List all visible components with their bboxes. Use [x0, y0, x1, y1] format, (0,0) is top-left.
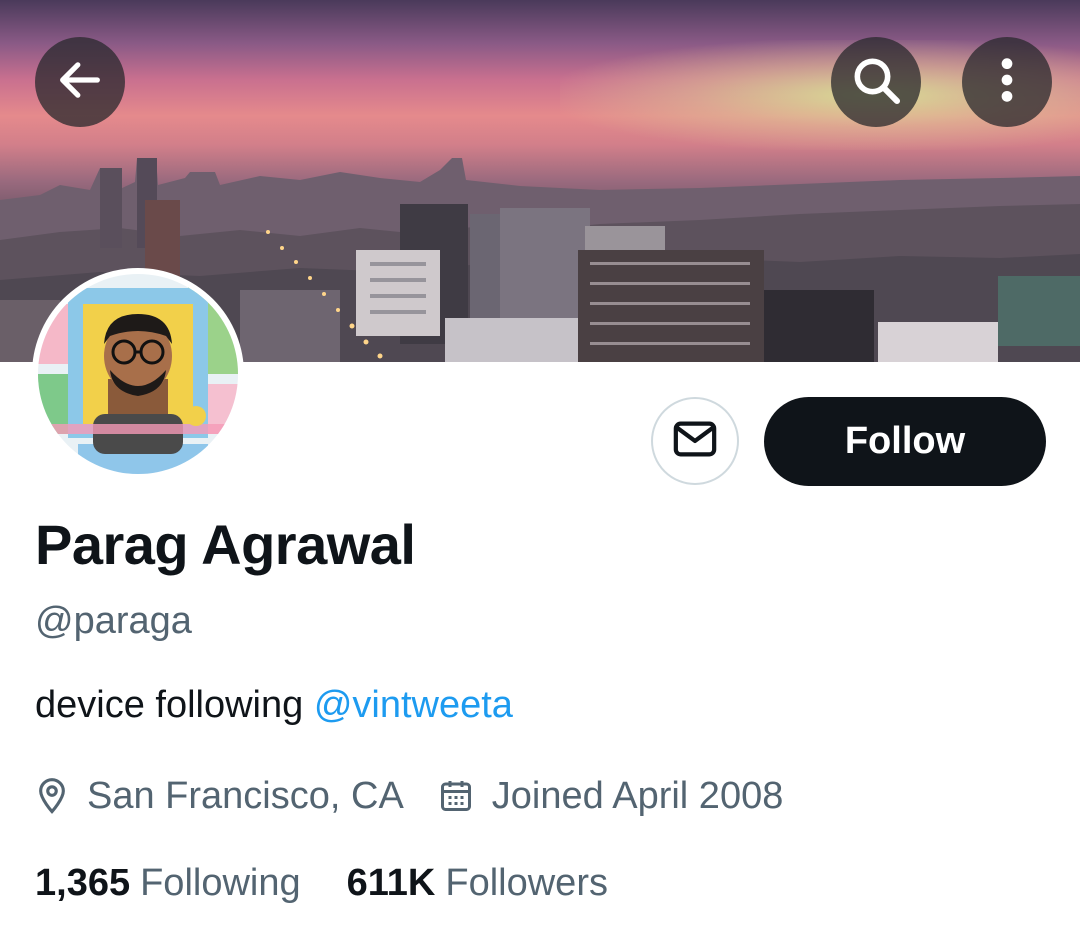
- following-link[interactable]: 1,365 Following: [35, 862, 301, 905]
- search-button[interactable]: [831, 37, 921, 127]
- back-button[interactable]: [35, 37, 125, 127]
- search-icon: [848, 52, 904, 113]
- following-count: 1,365: [35, 862, 131, 904]
- followers-link[interactable]: 611K Followers: [347, 862, 608, 905]
- avatar-illustration: [38, 274, 238, 474]
- profile-avatar[interactable]: [32, 268, 244, 480]
- bio-mention-link[interactable]: @vintweeta: [314, 684, 513, 726]
- profile-location: San Francisco, CA: [87, 774, 404, 817]
- bio-text: device following: [35, 684, 314, 726]
- profile-bio: device following @vintweeta: [35, 684, 513, 727]
- message-button[interactable]: [651, 397, 739, 485]
- followers-count: 611K: [346, 862, 436, 904]
- profile-stats: 1,365 Following 611K Followers: [35, 862, 608, 905]
- more-vertical-icon: [987, 52, 1027, 113]
- arrow-left-icon: [54, 54, 106, 111]
- follow-button-label: Follow: [844, 420, 966, 462]
- profile-meta: San Francisco, CA Joined April 2008: [35, 772, 783, 820]
- followers-label: Followers: [445, 862, 608, 904]
- envelope-icon: [672, 419, 718, 464]
- more-options-button[interactable]: [962, 37, 1052, 127]
- profile-handle: @paraga: [35, 600, 192, 642]
- follow-button[interactable]: Follow: [764, 397, 1046, 486]
- profile-joined-date: Joined April 2008: [491, 774, 784, 817]
- calendar-icon: [438, 778, 474, 814]
- following-label: Following: [140, 862, 301, 904]
- profile-name: Parag Agrawal: [35, 513, 416, 576]
- location-pin-icon: [35, 777, 69, 815]
